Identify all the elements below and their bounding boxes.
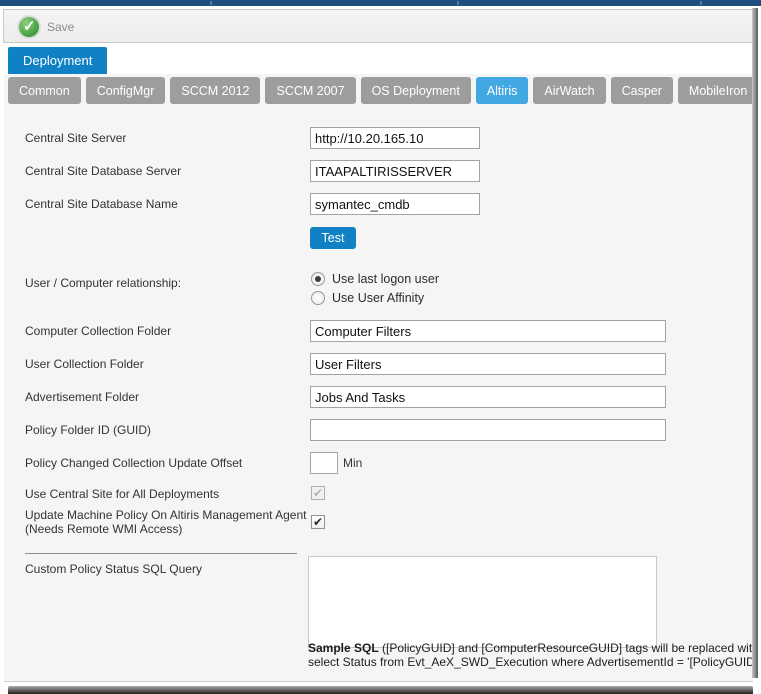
advertisement-folder-input[interactable]: [310, 386, 666, 408]
top-strip-tick: [700, 1, 702, 5]
advertisement-folder-label: Advertisement Folder: [25, 386, 139, 408]
use-user-affinity-radio[interactable]: [311, 291, 325, 305]
user-collection-folder-input[interactable]: [310, 353, 666, 375]
panel-bottom-border: [4, 681, 753, 682]
test-button[interactable]: Test: [310, 227, 356, 249]
policy-changed-offset-label: Policy Changed Collection Update Offset: [25, 452, 242, 474]
custom-sql-label: Custom Policy Status SQL Query: [25, 558, 202, 580]
top-strip-tick: [210, 1, 212, 5]
section-divider: [25, 553, 297, 554]
central-site-server-label: Central Site Server: [25, 127, 126, 149]
tab-deployment[interactable]: Deployment: [8, 47, 107, 74]
central-site-db-name-input[interactable]: [310, 193, 480, 215]
save-button[interactable]: Save: [13, 15, 80, 39]
tab-mobileiron[interactable]: MobileIron: [678, 77, 758, 104]
tab-airwatch[interactable]: AirWatch: [533, 77, 605, 104]
central-site-db-server-label: Central Site Database Server: [25, 160, 181, 182]
tab-casper[interactable]: Casper: [611, 77, 673, 104]
tab-configmgr[interactable]: ConfigMgr: [86, 77, 166, 104]
tab-altiris[interactable]: Altiris: [476, 77, 529, 104]
top-strip-tick: [457, 1, 459, 5]
use-central-site-checkbox[interactable]: [311, 486, 325, 500]
save-button-label: Save: [47, 20, 74, 34]
settings-page: Save Deployment Common ConfigMgr SCCM 20…: [0, 0, 761, 694]
tab-os-deployment[interactable]: OS Deployment: [361, 77, 471, 104]
top-window-strip: [0, 0, 761, 6]
user-computer-relationship-label: User / Computer relationship:: [25, 272, 181, 294]
sample-sql-bold: Sample SQL: [308, 641, 379, 655]
use-last-logon-user-radio[interactable]: [311, 272, 325, 286]
use-user-affinity-label: Use User Affinity: [332, 291, 424, 305]
computer-collection-folder-label: Computer Collection Folder: [25, 320, 171, 342]
tab-strip: Common ConfigMgr SCCM 2012 SCCM 2007 OS …: [8, 77, 758, 104]
radio-row-user-affinity: Use User Affinity: [311, 291, 424, 305]
sample-sql-line1-rest: ([PolicyGUID] and [ComputerResourceGUID]…: [379, 641, 754, 655]
policy-changed-offset-input[interactable]: [310, 452, 338, 474]
update-machine-policy-label: Update Machine Policy On Altiris Managem…: [25, 508, 307, 536]
tab-sccm-2007[interactable]: SCCM 2007: [265, 77, 355, 104]
custom-sql-textarea[interactable]: [308, 556, 657, 648]
sample-sql-line2: select Status from Evt_AeX_SWD_Execution…: [308, 655, 754, 669]
sample-sql-line1: Sample SQL ([PolicyGUID] and [ComputerRe…: [308, 641, 754, 655]
central-site-server-input[interactable]: [310, 127, 480, 149]
radio-row-last-logon: Use last logon user: [311, 272, 439, 286]
use-last-logon-user-label: Use last logon user: [332, 272, 439, 286]
use-central-site-label: Use Central Site for All Deployments: [25, 483, 219, 505]
central-site-db-name-label: Central Site Database Name: [25, 193, 178, 215]
tab-sccm-2012[interactable]: SCCM 2012: [170, 77, 260, 104]
save-check-icon: [19, 17, 39, 37]
user-collection-folder-label: User Collection Folder: [25, 353, 144, 375]
update-machine-policy-checkbox[interactable]: [311, 515, 325, 529]
policy-folder-id-label: Policy Folder ID (GUID): [25, 419, 151, 441]
sample-sql-text: Sample SQL ([PolicyGUID] and [ComputerRe…: [308, 641, 754, 673]
policy-folder-id-input[interactable]: [310, 419, 666, 441]
bottom-panel-edge: [8, 686, 753, 694]
computer-collection-folder-input[interactable]: [310, 320, 666, 342]
toolbar: Save: [3, 9, 754, 43]
central-site-db-server-input[interactable]: [310, 160, 480, 182]
window-right-edge: [752, 8, 758, 678]
tab-common[interactable]: Common: [8, 77, 81, 104]
offset-unit-label: Min: [343, 452, 362, 474]
